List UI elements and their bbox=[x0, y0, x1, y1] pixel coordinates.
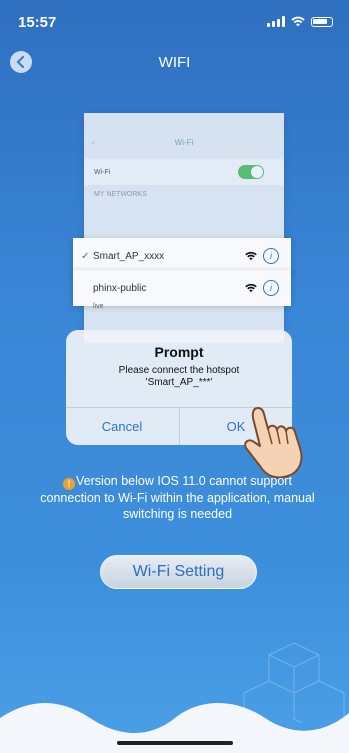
network-name: phinx-public bbox=[93, 282, 147, 294]
home-indicator[interactable] bbox=[117, 741, 233, 745]
toggle-icon bbox=[238, 165, 264, 179]
info-icon: i bbox=[263, 280, 279, 296]
info-icon: i bbox=[263, 248, 279, 264]
network-item: phinx-public i bbox=[73, 270, 291, 306]
wifi-screen: 15:57 WIFI ‹ Wi-Fi Wi-Fi MY NETWORKS ✓ S… bbox=[0, 0, 349, 753]
network-name: Smart_AP_xxxx bbox=[93, 250, 165, 262]
illustration-live-label: live bbox=[93, 303, 104, 310]
dialog-message-line2: 'Smart_AP_***' bbox=[145, 377, 213, 388]
cancel-button[interactable]: Cancel bbox=[66, 408, 178, 445]
checkmark-icon: ✓ bbox=[81, 250, 90, 262]
illustration-nav-title: Wi-Fi bbox=[174, 137, 194, 147]
illustration-wifi-row: Wi-Fi bbox=[84, 159, 284, 185]
status-icons bbox=[267, 16, 333, 27]
illustration-wifi-label: Wi-Fi bbox=[94, 168, 111, 176]
status-bar: 15:57 bbox=[0, 0, 349, 40]
status-time: 15:57 bbox=[18, 14, 57, 31]
settings-illustration: ‹ Wi-Fi Wi-Fi MY NETWORKS bbox=[84, 113, 284, 343]
network-item-selected: ✓ Smart_AP_xxxx i bbox=[73, 238, 291, 274]
battery-icon bbox=[311, 16, 333, 27]
dialog-message: Please connect the hotspot 'Smart_AP_***… bbox=[66, 365, 292, 389]
wifi-icon bbox=[245, 251, 257, 261]
signal-icon bbox=[267, 16, 285, 27]
tap-hand-icon bbox=[244, 407, 303, 479]
warning-icon: ! bbox=[63, 478, 76, 490]
dialog-message-line1: Please connect the hotspot bbox=[118, 365, 240, 376]
ios-version-notice: ! Version below IOS 11.0 cannot support c… bbox=[40, 473, 315, 522]
wifi-status-icon bbox=[291, 16, 305, 27]
chevron-left-icon: ‹ bbox=[92, 137, 95, 147]
wifi-setting-button[interactable]: Wi-Fi Setting bbox=[100, 555, 257, 589]
illustration-nav: ‹ Wi-Fi bbox=[84, 131, 284, 153]
notice-text: Version below IOS 11.0 cannot support co… bbox=[40, 474, 315, 521]
wifi-icon bbox=[245, 283, 257, 293]
dialog-title: Prompt bbox=[154, 344, 204, 360]
page-title: WIFI bbox=[158, 54, 191, 71]
illustration-section-label: MY NETWORKS bbox=[94, 191, 147, 198]
